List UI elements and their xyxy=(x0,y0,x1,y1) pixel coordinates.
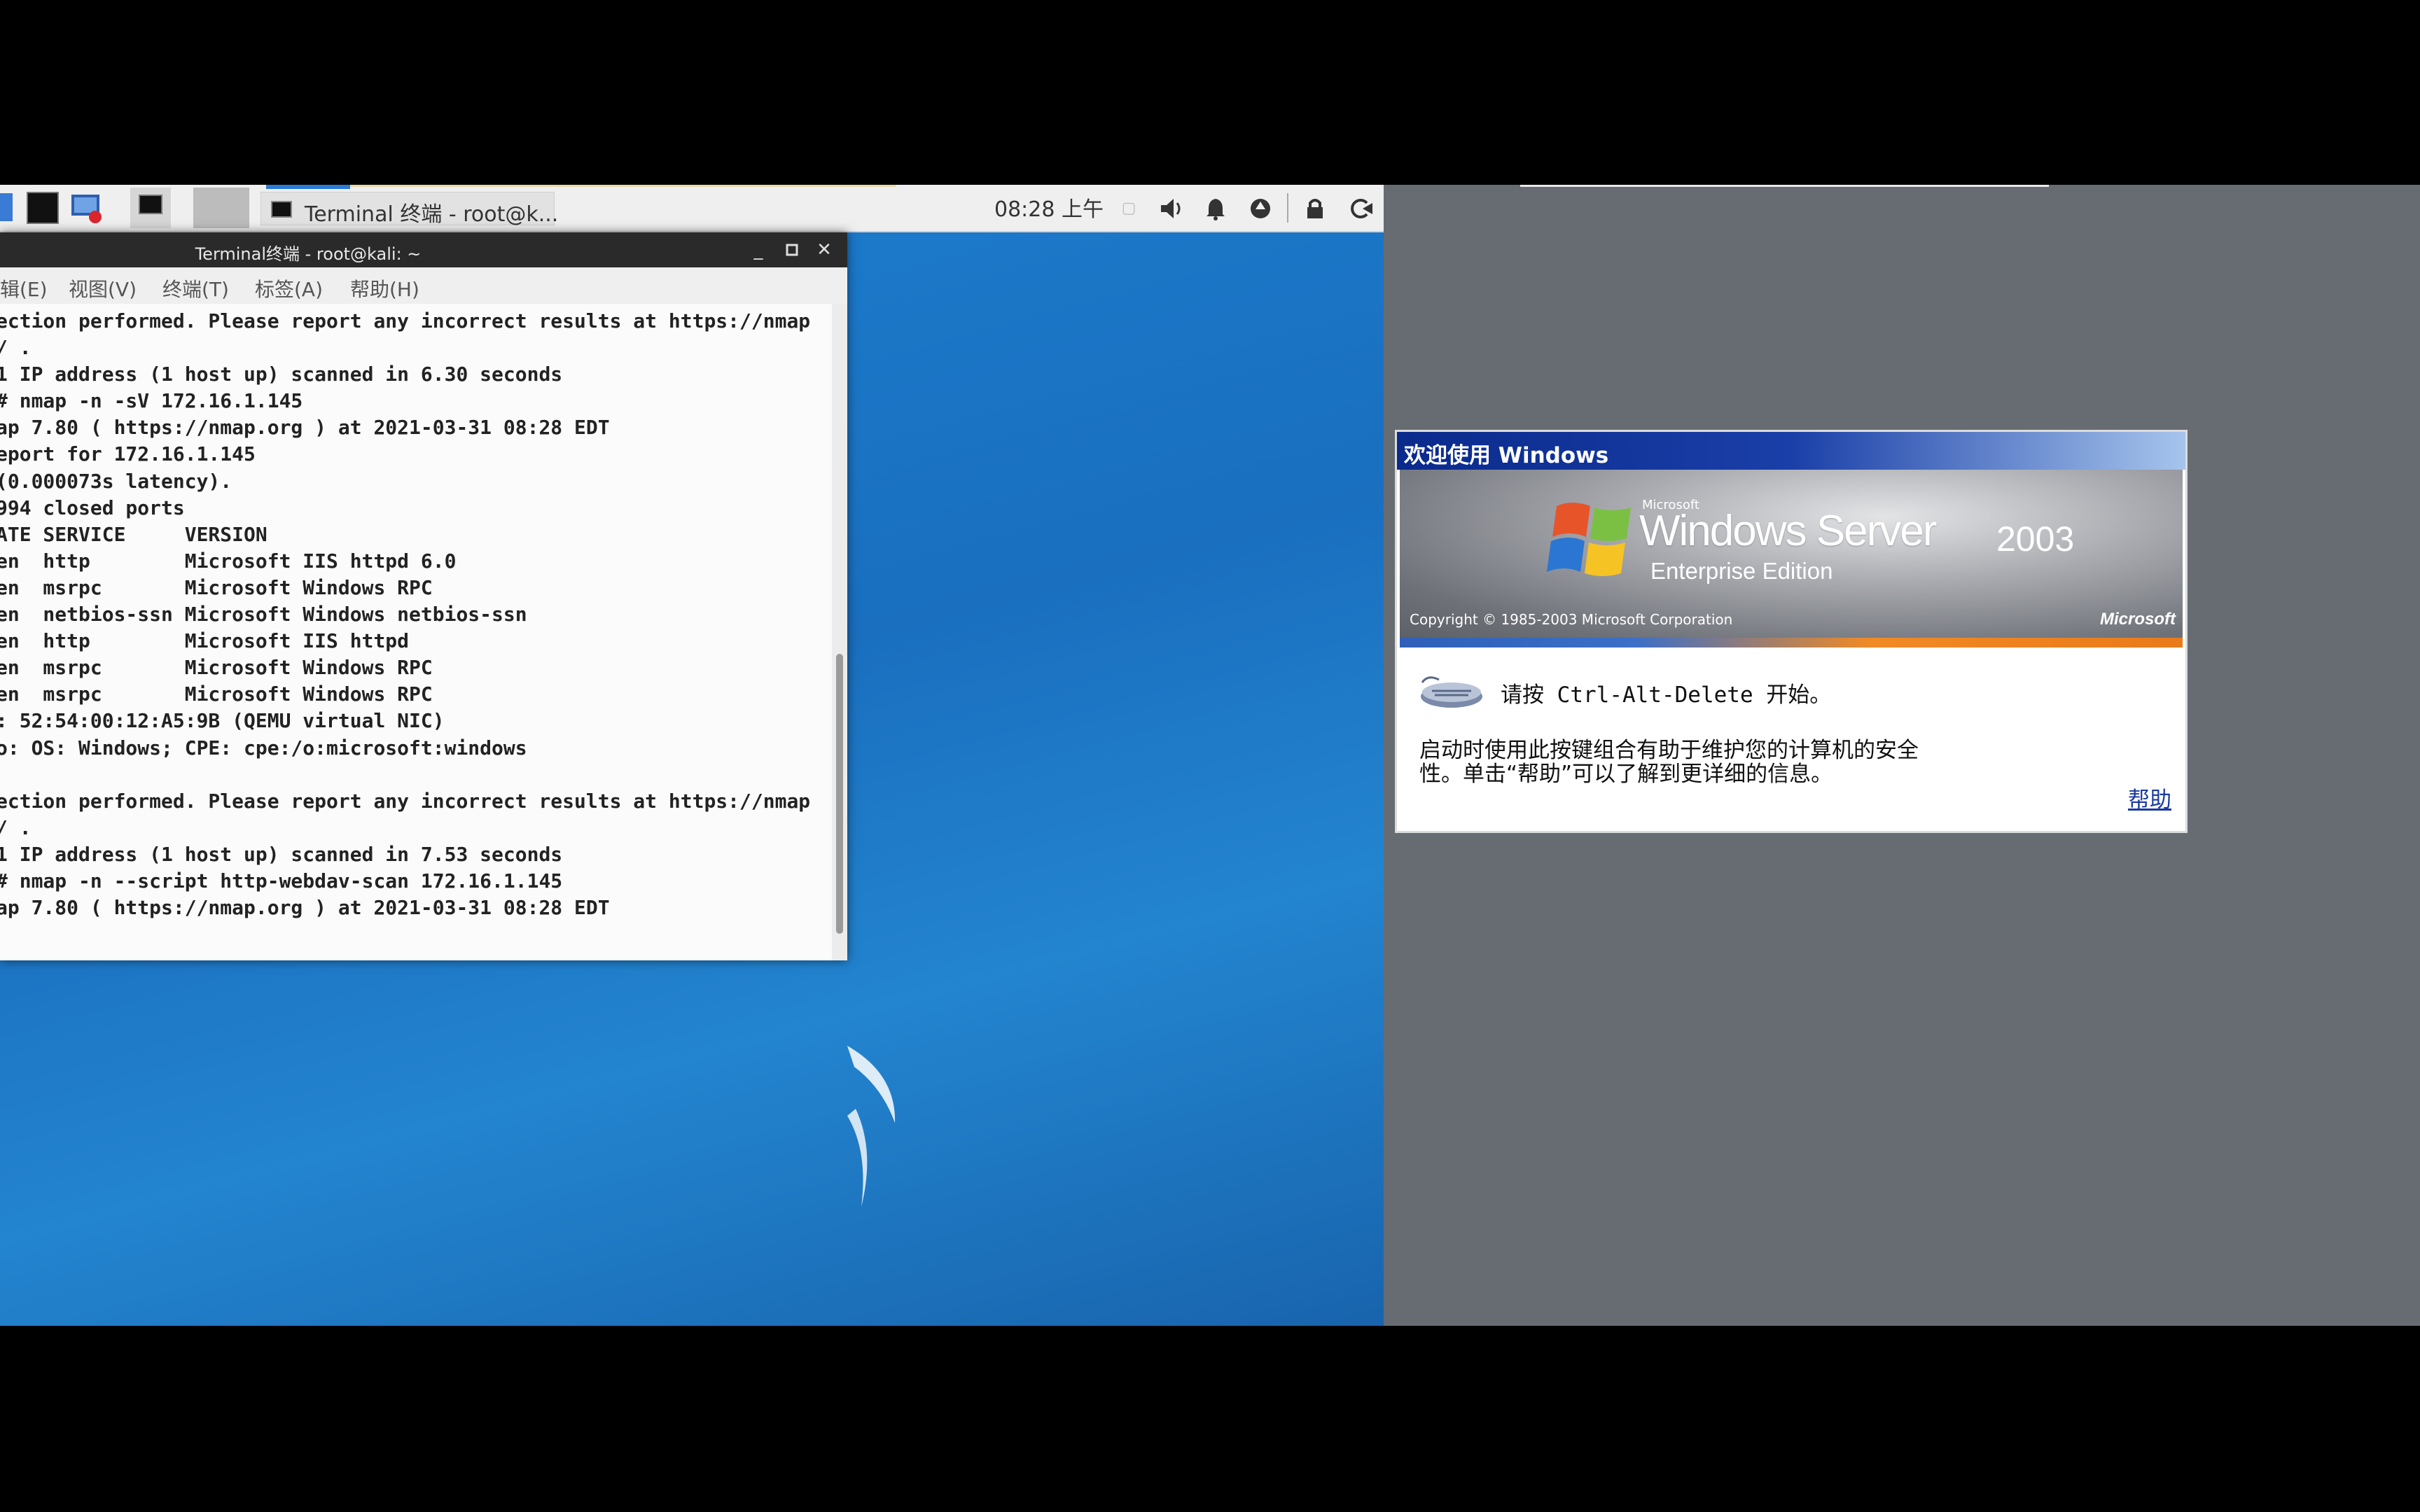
tray-separator xyxy=(1287,193,1288,223)
terminal-window[interactable]: Terminal终端 - root@kali: ~ _ ✕ 辑(E) 视图(V)… xyxy=(0,232,847,960)
terminal-line: ap 7.80 ( https://nmap.org ) at 2021-03-… xyxy=(0,416,610,440)
kali-desktop: Terminal 终端 - root@k... 08:28 上午 ▢ Termi… xyxy=(0,185,1384,1326)
terminal-line: / . xyxy=(0,336,32,360)
terminal-line: en msrpc Microsoft Windows RPC xyxy=(0,575,433,599)
terminal-icon xyxy=(271,201,292,218)
terminal-line: ection performed. Please report any inco… xyxy=(0,789,811,813)
taskbar-terminal-item[interactable]: Terminal 终端 - root@k... xyxy=(260,192,559,227)
task-active-indicator xyxy=(266,185,350,189)
menu-tabs[interactable]: 标签(A) xyxy=(255,274,323,302)
volume-icon[interactable] xyxy=(1157,195,1185,223)
security-description: 启动时使用此按键组合有助于维护您的计算机的安全性。单击“帮助”可以了解到更详细的… xyxy=(1419,738,1919,787)
terminal-line: en msrpc Microsoft Windows RPC xyxy=(0,656,433,680)
menu-edit[interactable]: 辑(E) xyxy=(0,274,48,302)
app-menu-icon[interactable] xyxy=(0,193,13,221)
terminal-line: o: OS: Windows; CPE: cpe:/o:microsoft:wi… xyxy=(0,736,527,760)
terminal-line: eport for 172.16.1.145 xyxy=(0,442,256,466)
workspace-2[interactable] xyxy=(193,188,249,228)
terminal-line: 1 IP address (1 host up) scanned in 7.53… xyxy=(0,842,563,866)
terminal-lines: ection performed. Please report any inco… xyxy=(0,308,810,921)
terminal-line: ATE SERVICE VERSION xyxy=(0,522,267,546)
welcome-dialog: 欢迎使用 Windows Microsoft Windows Server 20… xyxy=(1395,430,2188,833)
product-banner: Microsoft Windows Server 2003 Enterprise… xyxy=(1400,470,2183,638)
terminal-titlebar[interactable]: Terminal终端 - root@kali: ~ _ ✕ xyxy=(0,232,847,267)
terminal-line: ection performed. Please report any inco… xyxy=(0,309,811,332)
scrollbar-thumb[interactable] xyxy=(836,654,843,934)
menu-terminal[interactable]: 终端(T) xyxy=(162,274,229,302)
workspace-1[interactable] xyxy=(130,188,171,228)
windows-flag-logo xyxy=(1547,503,1631,576)
panel-clock[interactable]: 08:28 上午 xyxy=(994,192,1104,223)
terminal-menubar: 辑(E) 视图(V) 终端(T) 标签(A) 帮助(H) xyxy=(0,267,847,304)
ctrl-alt-delete-prompt: 请按 Ctrl-Alt-Delete 开始。 xyxy=(1501,682,1832,708)
terminal-line: en http Microsoft IIS httpd xyxy=(0,629,410,653)
terminal-line: / . xyxy=(0,816,32,839)
terminal-line: # nmap -n -sV 172.16.1.145 xyxy=(0,389,303,413)
terminal-line: # nmap -n --script http-webdav-scan 172.… xyxy=(0,869,563,892)
keyboard-icon xyxy=(1421,676,1482,708)
terminal-line: ap 7.80 ( https://nmap.org ) at 2021-03-… xyxy=(0,896,610,920)
terminal-launcher-icon[interactable] xyxy=(27,192,59,224)
dialog-titlebar: 欢迎使用 Windows xyxy=(1397,432,2185,470)
lock-icon[interactable] xyxy=(1301,195,1329,223)
menu-view[interactable]: 视图(V) xyxy=(69,274,137,302)
help-link[interactable]: 帮助 xyxy=(2128,782,2171,813)
terminal-line: (0.000073s latency). xyxy=(0,469,232,493)
update-icon[interactable] xyxy=(1246,195,1274,223)
terminal-line: en netbios-ssn Microsoft Windows netbios… xyxy=(0,603,527,626)
terminal-line: en msrpc Microsoft Windows RPC xyxy=(0,682,433,706)
minimize-icon[interactable]: _ xyxy=(746,238,770,262)
terminal-line: 1 IP address (1 host up) scanned in 6.30… xyxy=(0,363,563,386)
terminal-output[interactable]: ection performed. Please report any inco… xyxy=(0,304,832,960)
kali-dragon-logo xyxy=(847,1046,896,1207)
product-year: 2003 xyxy=(1996,519,2075,559)
notification-bell-icon[interactable] xyxy=(1202,195,1230,223)
product-name: Windows Server xyxy=(1639,507,1937,555)
maximize-icon[interactable] xyxy=(780,238,804,262)
copyright-text: Copyright © 1985-2003 Microsoft Corporat… xyxy=(1410,611,1733,628)
display-icon[interactable]: ▢ xyxy=(1115,195,1143,223)
logout-icon[interactable] xyxy=(1347,195,1375,223)
screenshot-launcher-icon[interactable] xyxy=(70,192,102,224)
terminal-scrollbar[interactable] xyxy=(832,304,847,960)
windows-desktop: 欢迎使用 Windows Microsoft Windows Server 20… xyxy=(1384,185,2420,1326)
panel-underline xyxy=(350,185,896,187)
window-edge-line xyxy=(1520,185,2049,187)
taskbar-terminal-label: Terminal 终端 - root@k... xyxy=(305,202,559,227)
terminal-title: Terminal终端 - root@kali: ~ xyxy=(195,244,422,264)
terminal-line: en http Microsoft IIS httpd 6.0 xyxy=(0,549,457,573)
close-icon[interactable]: ✕ xyxy=(812,238,836,262)
terminal-line: : 52:54:00:12:A5:9B (QEMU virtual NIC) xyxy=(0,709,445,733)
microsoft-logo: Microsoft xyxy=(2100,610,2176,629)
product-edition: Enterprise Edition xyxy=(1650,558,1833,584)
dialog-title: 欢迎使用 Windows xyxy=(1404,443,1609,468)
banner-stripe xyxy=(1400,638,2183,648)
menu-help[interactable]: 帮助(H) xyxy=(350,274,419,302)
terminal-line: 994 closed ports xyxy=(0,496,185,519)
top-panel: Terminal 终端 - root@k... 08:28 上午 ▢ xyxy=(0,185,1384,232)
